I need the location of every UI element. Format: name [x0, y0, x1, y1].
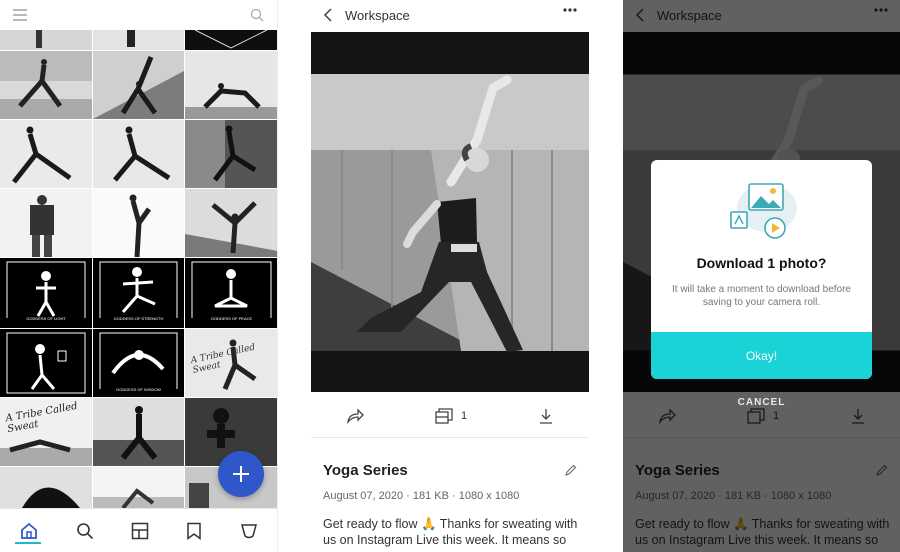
photo-thumbnail[interactable]: A Tribe Called Sweat: [185, 329, 277, 397]
photo-thumbnail[interactable]: [185, 120, 277, 188]
photo-description: Get ready to flow 🙏 Thanks for sweating …: [323, 517, 578, 547]
download-icon[interactable]: [538, 408, 554, 424]
photo-thumbnail[interactable]: A Tribe Called Sweat: [0, 398, 92, 466]
photo-thumbnail[interactable]: [185, 51, 277, 119]
bookmark-icon[interactable]: [186, 522, 202, 540]
search-icon[interactable]: [250, 8, 264, 22]
photo-grid: GODDESS OF LIGHT GODDESS OF STRENGTH GOD…: [0, 30, 277, 508]
detail-header: Workspace: [311, 0, 589, 30]
photo-info: Yoga Series August 07, 2020 · 181 KB · 1…: [323, 462, 583, 548]
photo-thumbnail[interactable]: [93, 398, 184, 466]
photo-detail-panel: Workspace 1 Yoga Series August 07, 2020 …: [311, 0, 589, 552]
board-icon[interactable]: [131, 522, 149, 540]
card-caption: GODDESS OF STRENGTH: [113, 316, 164, 321]
card-caption: GODDESS OF LIGHT: [26, 316, 66, 321]
add-button[interactable]: [218, 451, 264, 497]
menu-icon[interactable]: [13, 9, 27, 21]
photo-thumbnail[interactable]: [93, 467, 184, 508]
photo-actions: 1: [311, 400, 589, 432]
share-icon[interactable]: [346, 408, 365, 424]
photo-thumbnail[interactable]: [185, 189, 277, 257]
collection-count[interactable]: 1: [435, 408, 467, 424]
library-panel: GODDESS OF LIGHT GODDESS OF STRENGTH GOD…: [0, 0, 278, 552]
photo-meta: August 07, 2020 · 181 KB · 1080 x 1080: [323, 490, 520, 502]
back-chevron-icon[interactable]: [323, 8, 333, 22]
library-top-bar: [0, 0, 277, 30]
bottom-tab-bar: [0, 508, 277, 552]
photo-thumbnail[interactable]: [93, 30, 184, 50]
illustration-card[interactable]: [0, 329, 92, 397]
main-photo[interactable]: [311, 32, 589, 392]
okay-button[interactable]: Okay!: [651, 332, 872, 379]
cancel-button[interactable]: CANCEL: [623, 397, 900, 408]
card-caption: GODDESS OF PEACE: [210, 316, 253, 321]
photo-thumbnail[interactable]: [185, 30, 277, 50]
photo-thumbnail[interactable]: [0, 120, 92, 188]
card-caption: GODDESS OF WISDOM: [116, 387, 161, 392]
edit-pencil-icon[interactable]: [565, 464, 577, 476]
search-icon[interactable]: [76, 522, 94, 540]
photo-thumbnail[interactable]: [93, 51, 184, 119]
photo-title: Yoga Series: [323, 462, 408, 479]
collection-count-label: 1: [460, 410, 468, 422]
cloud-icon[interactable]: [239, 522, 259, 540]
illustration-card[interactable]: GODDESS OF PEACE: [185, 258, 277, 328]
photo-thumbnail[interactable]: [0, 189, 92, 257]
download-dialog-panel: Workspace 1 Yoga Series August 07,: [623, 0, 900, 552]
illustration-card[interactable]: GODDESS OF STRENGTH: [93, 258, 184, 328]
photo-thumbnail[interactable]: [0, 51, 92, 119]
dialog-title: Download 1 photo?: [696, 255, 827, 271]
active-tab-indicator: [15, 542, 41, 544]
home-icon[interactable]: [19, 521, 39, 541]
plus-icon: [233, 466, 249, 482]
media-illustration-icon: [730, 183, 797, 239]
photo-thumbnail[interactable]: [0, 467, 92, 508]
illustration-card[interactable]: GODDESS OF LIGHT: [0, 258, 92, 328]
board-icon: [435, 408, 453, 424]
photo-thumbnail[interactable]: [93, 120, 184, 188]
header-title: Workspace: [345, 7, 410, 23]
more-options-icon[interactable]: [563, 8, 577, 12]
photo-thumbnail[interactable]: [0, 30, 92, 50]
download-dialog: Download 1 photo? It will take a moment …: [651, 160, 872, 379]
photo-thumbnail[interactable]: [93, 189, 184, 257]
illustration-card[interactable]: GODDESS OF WISDOM: [93, 329, 184, 397]
dialog-message: It will take a moment to download before…: [672, 284, 851, 308]
divider: [311, 437, 589, 438]
